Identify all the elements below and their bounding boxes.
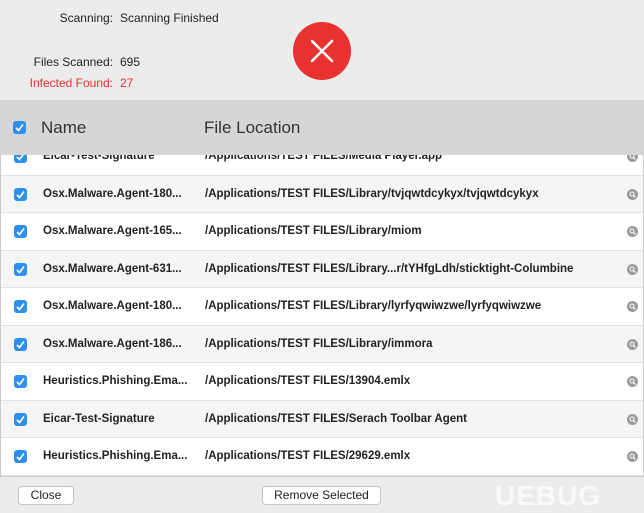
magnifier-icon[interactable] [627, 451, 638, 462]
column-header-file-location[interactable]: File Location [204, 118, 300, 138]
file-location: /Applications/TEST FILES/Library...r/tYH… [205, 262, 574, 275]
threat-name: Eicar-Test-Signature [43, 412, 155, 425]
watermark: UEBUG [495, 480, 602, 511]
row-checkbox[interactable] [14, 337, 27, 351]
table-row[interactable]: Heuristics.Phishing.Ema... /Applications… [1, 363, 643, 401]
close-button[interactable]: Close [18, 486, 74, 505]
file-location: /Applications/TEST FILES/Library/lyrfyqw… [205, 300, 542, 312]
magnifier-icon[interactable] [627, 301, 638, 312]
files-scanned-value: 695 [120, 55, 141, 69]
file-location: /Applications/TEST FILES/13904.emlx [205, 375, 411, 387]
file-location: /Applications/TEST FILES/Library/tvjqwtd… [205, 187, 539, 200]
threat-name: Heuristics.Phishing.Ema... [43, 450, 188, 462]
infected-found-value: 27 [120, 76, 134, 90]
infected-found-label: Infected Found: [29, 76, 113, 90]
magnifier-icon[interactable] [627, 263, 638, 275]
row-checkbox[interactable] [14, 225, 27, 238]
magnifier-icon[interactable] [627, 226, 638, 237]
magnifier-icon[interactable] [627, 188, 638, 200]
threat-name: Osx.Malware.Agent-180... [43, 300, 182, 312]
table-row[interactable]: Eicar-Test-Signature /Applications/TEST … [1, 400, 643, 438]
x-circle-icon [293, 22, 351, 80]
scanning-label: Scanning: [59, 11, 113, 25]
threat-name: Heuristics.Phishing.Ema... [43, 375, 188, 387]
magnifier-icon[interactable] [627, 338, 638, 350]
file-location: /Applications/TEST FILES/29629.emlx [205, 450, 411, 462]
footer-bar: Close Remove Selected UEBUG [0, 476, 644, 513]
file-location: /Applications/TEST FILES/Library/miom [205, 225, 422, 237]
scanning-value: Scanning Finished [120, 11, 219, 25]
threat-name: Osx.Malware.Agent-186... [43, 337, 182, 350]
magnifier-icon[interactable] [627, 413, 638, 425]
row-checkbox[interactable] [14, 187, 27, 201]
row-checkbox[interactable] [14, 262, 27, 276]
files-scanned-label: Files Scanned: [33, 55, 113, 69]
magnifier-icon[interactable] [627, 376, 638, 387]
threat-name: Osx.Malware.Agent-180... [43, 187, 182, 200]
file-location: /Applications/TEST FILES/Library/immora [205, 337, 433, 350]
row-checkbox[interactable] [14, 300, 27, 313]
table-row[interactable]: Osx.Malware.Agent-180... /Applications/T… [1, 175, 643, 213]
table-row[interactable]: Osx.Malware.Agent-631... /Applications/T… [1, 250, 643, 288]
row-checkbox[interactable] [14, 450, 27, 463]
table-row[interactable]: Osx.Malware.Agent-180... /Applications/T… [1, 288, 643, 326]
table-row[interactable]: Osx.Malware.Agent-165... /Applications/T… [1, 213, 643, 251]
row-checkbox[interactable] [14, 375, 27, 388]
column-header-name[interactable]: Name [41, 118, 86, 138]
remove-selected-button[interactable]: Remove Selected [262, 486, 381, 505]
threat-name: Osx.Malware.Agent-165... [43, 225, 182, 237]
file-location: /Applications/TEST FILES/Serach Toolbar … [205, 412, 467, 425]
scan-summary: Scanning: Scanning Finished Files Scanne… [0, 0, 644, 100]
table-row[interactable]: Heuristics.Phishing.Ema... /Applications… [1, 438, 643, 476]
table-row[interactable]: Osx.Malware.Agent-186... /Applications/T… [1, 325, 643, 363]
results-table: Eicar-Test-Signature /Applications/TEST … [0, 138, 644, 476]
row-checkbox[interactable] [14, 412, 27, 426]
table-header: Name File Location [0, 100, 644, 155]
select-all-checkbox[interactable] [13, 121, 26, 134]
threat-name: Osx.Malware.Agent-631... [43, 262, 182, 275]
